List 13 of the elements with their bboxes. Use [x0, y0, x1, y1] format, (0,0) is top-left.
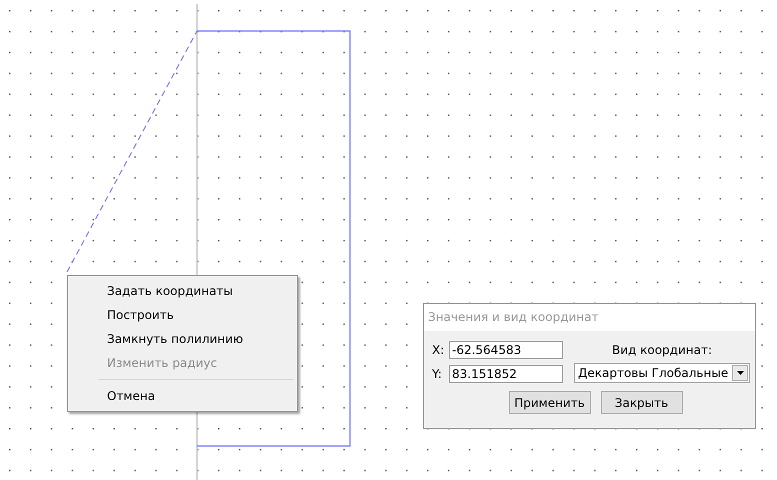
coordinate-type-dropdown[interactable]: Декартовы Глобальные	[574, 363, 750, 383]
dialog-button[interactable]: Применить	[508, 391, 590, 414]
coordinate-type-label: Вид координат:	[610, 343, 714, 359]
field-label: X:	[432, 343, 446, 357]
menu-item[interactable]: Задать координаты	[70, 279, 295, 303]
field-label: Y:	[432, 367, 443, 381]
menu-item[interactable]: Построить	[70, 303, 295, 327]
dialog-title: Значения и вид координат	[424, 304, 755, 331]
input-field[interactable]: -62.564583	[449, 341, 563, 359]
menu-item[interactable]: Отмена	[70, 384, 295, 408]
input-field[interactable]: 83.151852	[449, 365, 563, 383]
menu-item[interactable]: Замкнуть полилинию	[70, 327, 295, 351]
dialog-button[interactable]: Закрыть	[600, 391, 682, 414]
